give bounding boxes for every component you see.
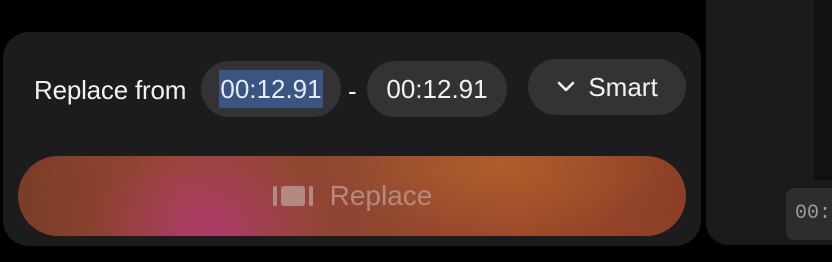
replace-button[interactable]: Replace	[18, 156, 686, 236]
chevron-down-icon	[556, 80, 576, 94]
mode-select-label: Smart	[588, 71, 658, 102]
replace-button-label: Replace	[329, 180, 433, 211]
side-time-readout[interactable]: 00:0	[786, 188, 832, 240]
side-panel-track	[814, 0, 832, 180]
clip-replace-icon	[272, 183, 314, 209]
page: 00:0 Replace from 00:12.91 - 00:12.91 Sm…	[0, 0, 832, 262]
replace-from-label: Replace from	[34, 75, 187, 105]
replace-panel: Replace from 00:12.91 - 00:12.91 Smart R…	[3, 32, 701, 246]
start-time-input[interactable]: 00:12.91	[201, 61, 341, 117]
mode-select-button[interactable]: Smart	[528, 59, 686, 115]
replace-button-content: Replace	[18, 156, 686, 236]
end-time-input[interactable]: 00:12.91	[367, 61, 507, 117]
end-time-value[interactable]: 00:12.91	[386, 74, 487, 105]
range-separator: -	[348, 76, 357, 106]
replace-range-row: Replace from 00:12.91 - 00:12.91 Smart	[3, 32, 701, 152]
start-time-value[interactable]: 00:12.91	[219, 70, 323, 108]
